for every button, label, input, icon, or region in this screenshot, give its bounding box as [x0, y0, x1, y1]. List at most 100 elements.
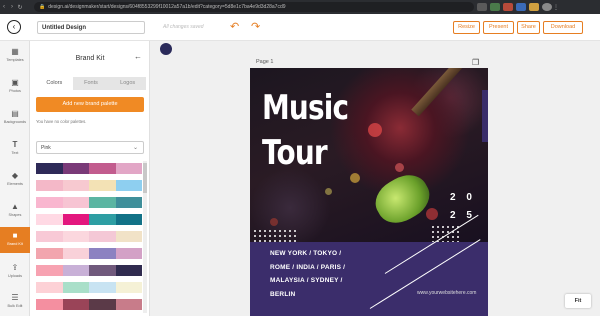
swatch-row[interactable] [36, 180, 142, 191]
backgrounds-icon: ▤ [11, 109, 19, 118]
color-swatch[interactable] [89, 282, 116, 293]
profile-avatar[interactable] [542, 3, 552, 11]
color-swatch[interactable] [115, 180, 142, 191]
color-swatch[interactable] [36, 248, 63, 259]
color-swatch[interactable] [36, 163, 63, 174]
browser-menu-icon[interactable]: ⋮ [552, 4, 560, 11]
guitar-neck [411, 68, 479, 117]
photos-icon: ▣ [11, 78, 19, 87]
color-swatch[interactable] [115, 214, 142, 225]
swatch-row[interactable] [36, 299, 142, 310]
color-swatch[interactable] [62, 180, 89, 191]
extension-icon[interactable] [490, 3, 500, 11]
download-button[interactable]: Download [543, 21, 583, 34]
address-bar[interactable]: 🔒 design.ai/designmaker/start/designs/60… [34, 2, 474, 12]
color-swatch[interactable] [89, 248, 116, 259]
year-line-1[interactable]: 2 0 [450, 192, 476, 203]
color-swatch[interactable] [62, 163, 89, 174]
color-swatch[interactable] [62, 248, 89, 259]
swatch-row[interactable] [36, 248, 142, 259]
page-label: Page 1 [256, 59, 274, 65]
color-swatch[interactable] [62, 299, 89, 310]
tab-colors[interactable]: Colors [36, 77, 73, 90]
color-swatch[interactable] [62, 214, 89, 225]
back-circle-icon[interactable]: ‹ [7, 20, 21, 34]
website-text[interactable]: www.yourwebsitehere.com [417, 290, 476, 296]
color-swatch[interactable] [115, 163, 142, 174]
color-swatch[interactable] [36, 265, 63, 276]
color-swatch[interactable] [36, 214, 63, 225]
extension-icon[interactable] [477, 3, 487, 11]
extension-icon[interactable] [529, 3, 539, 11]
color-swatch[interactable] [89, 214, 116, 225]
tab-fonts[interactable]: Fonts [72, 77, 110, 90]
color-swatch[interactable] [115, 299, 142, 310]
panel-scrollbar[interactable] [143, 161, 147, 313]
tour-cities[interactable]: NEW YORK / TOKYO / ROME / INDIA / PARIS … [270, 247, 345, 301]
sidebar-item-shapes[interactable]: ▲ Shapes [0, 198, 30, 224]
sidebar-item-text[interactable]: T Text [0, 136, 30, 162]
color-swatch[interactable] [62, 197, 89, 208]
share-button[interactable]: Share [517, 21, 540, 34]
scrollbar-thumb[interactable] [143, 163, 147, 193]
browser-back-icon[interactable]: ‹ [0, 4, 8, 10]
undo-icon[interactable]: ↶ [230, 20, 239, 33]
swatch-row[interactable] [36, 197, 142, 208]
sidebar-item-bulk-edit[interactable]: ☰ Bulk Edit [0, 289, 30, 315]
arrow-left-icon[interactable]: ← [134, 52, 142, 61]
color-swatch[interactable] [89, 180, 116, 191]
tab-logos[interactable]: Logos [109, 77, 147, 90]
color-swatch[interactable] [115, 265, 142, 276]
color-swatch[interactable] [36, 299, 63, 310]
color-swatch[interactable] [89, 197, 116, 208]
sidebar-item-label: Text [11, 151, 19, 155]
redo-icon[interactable]: ↷ [251, 20, 260, 33]
color-swatch[interactable] [36, 197, 63, 208]
present-button[interactable]: Present [483, 21, 514, 34]
color-swatch[interactable] [115, 231, 142, 242]
swatch-row[interactable] [36, 163, 142, 174]
color-swatch-grid [36, 163, 142, 316]
color-swatch[interactable] [89, 299, 116, 310]
extension-icon[interactable] [516, 3, 526, 11]
bokeh-light [350, 173, 360, 183]
color-swatch[interactable] [115, 197, 142, 208]
color-swatch[interactable] [89, 163, 116, 174]
resize-button[interactable]: Resize [453, 21, 480, 34]
add-brand-palette-button[interactable]: Add new brand palette [36, 97, 144, 112]
color-swatch[interactable] [115, 282, 142, 293]
extension-icon[interactable] [503, 3, 513, 11]
sidebar-item-templates[interactable]: ▦ Templates [0, 43, 30, 69]
sidebar-item-label: Templates [6, 58, 24, 62]
templates-icon: ▦ [11, 47, 19, 56]
color-swatch[interactable] [89, 231, 116, 242]
color-swatch[interactable] [62, 231, 89, 242]
fit-button[interactable]: Fit [565, 294, 591, 308]
sidebar-item-photos[interactable]: ▣ Photos [0, 74, 30, 100]
sidebar-item-backgrounds[interactable]: ▤ Backgrounds [0, 105, 30, 131]
color-swatch[interactable] [62, 282, 89, 293]
design-page[interactable]: Music Tour 2 0 2 5 NEW YORK / TOKYO / RO… [250, 68, 488, 316]
title-line-1[interactable]: Music [262, 88, 349, 128]
color-swatch[interactable] [36, 231, 63, 242]
title-line-2[interactable]: Tour [262, 133, 328, 173]
sidebar-item-elements[interactable]: ◆ Elements [0, 167, 30, 193]
browser-reload-icon[interactable]: ↻ [16, 4, 24, 11]
design-title-input[interactable]: Untitled Design [37, 21, 145, 34]
swatch-row[interactable] [36, 214, 142, 225]
swatch-row[interactable] [36, 282, 142, 293]
sidebar-item-uploads[interactable]: ⇪ Uploads [0, 259, 30, 285]
palette-select[interactable]: Pink ⌄ [36, 141, 144, 154]
color-swatch[interactable] [89, 265, 116, 276]
color-swatch[interactable] [62, 265, 89, 276]
swatch-row[interactable] [36, 231, 142, 242]
color-swatch[interactable] [36, 180, 63, 191]
browser-forward-icon[interactable]: › [8, 4, 16, 10]
duplicate-page-icon[interactable]: ❐ [472, 58, 479, 67]
swatch-row[interactable] [36, 265, 142, 276]
save-status: All changes saved [163, 24, 204, 30]
color-swatch[interactable] [115, 248, 142, 259]
color-swatch[interactable] [36, 282, 63, 293]
sidebar-item-brand-kit[interactable]: ■ Brand Kit [0, 227, 30, 253]
background-color-swatch[interactable] [160, 43, 172, 55]
